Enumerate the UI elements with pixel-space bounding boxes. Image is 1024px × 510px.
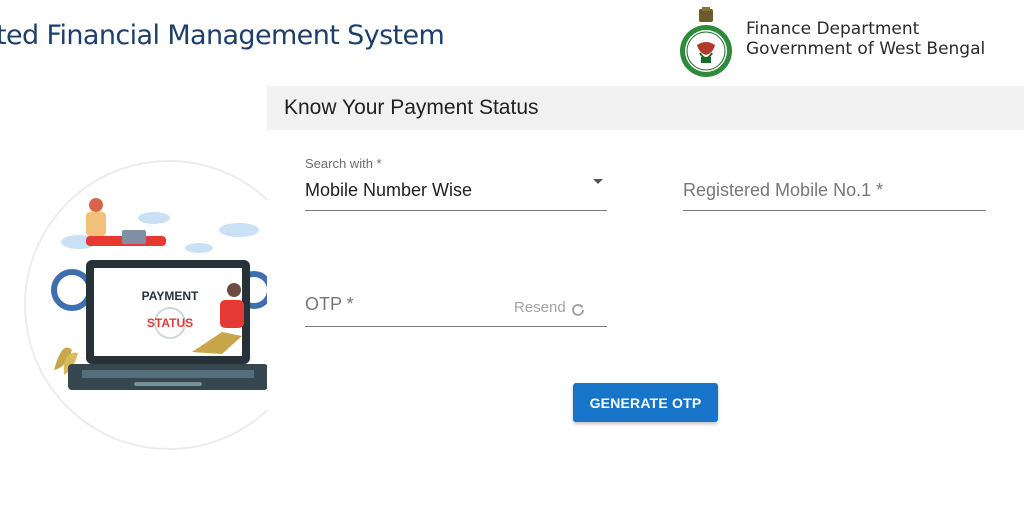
app-title: ted Financial Management System: [0, 20, 445, 51]
registered-mobile-placeholder: Registered Mobile No.1 *: [683, 180, 884, 200]
registered-mobile-input[interactable]: Registered Mobile No.1 *: [683, 154, 986, 211]
search-with-label: Search with *: [305, 156, 382, 171]
west-bengal-emblem-icon: [680, 7, 732, 77]
department-info: Finance Department Government of West Be…: [746, 19, 985, 59]
illustration-text-status: STATUS: [147, 316, 193, 330]
card-header: Know Your Payment Status: [267, 86, 1024, 130]
search-with-select[interactable]: Search with * Mobile Number Wise: [305, 154, 607, 211]
generate-otp-button[interactable]: GENERATE OTP: [573, 383, 718, 422]
department-name: Finance Department: [746, 19, 920, 39]
chevron-down-icon[interactable]: [593, 179, 603, 184]
refresh-icon[interactable]: [570, 302, 586, 318]
otp-placeholder: OTP *: [305, 294, 354, 314]
government-name: Government of West Bengal: [746, 39, 986, 59]
resend-otp-link[interactable]: Resend: [514, 299, 566, 316]
otp-input[interactable]: OTP * Resend: [305, 282, 607, 327]
search-with-value: Mobile Number Wise: [305, 180, 473, 200]
card-title: Know Your Payment Status: [284, 96, 539, 119]
payment-status-card: Know Your Payment Status Search with * M…: [267, 86, 1024, 426]
illustration-text-payment: PAYMENT: [142, 289, 199, 303]
